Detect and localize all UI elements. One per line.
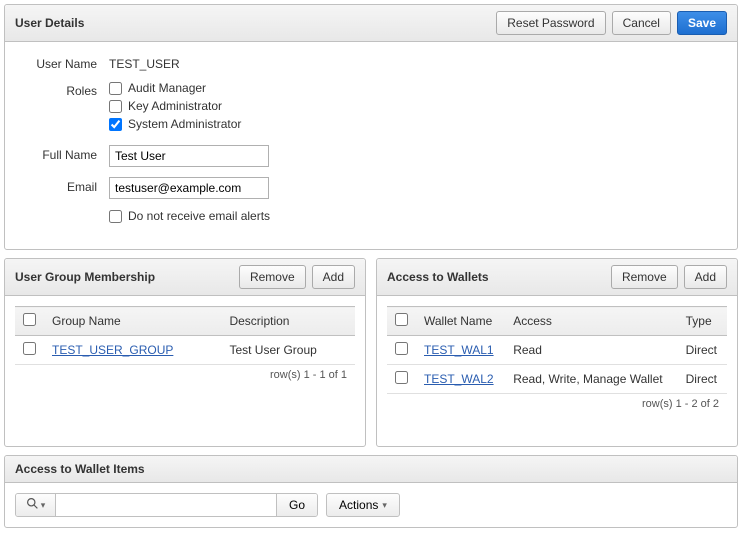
wallet-items-title: Access to Wallet Items [15,462,145,476]
group-remove-button[interactable]: Remove [239,265,306,289]
wallet-access-cell: Read [505,336,677,365]
group-col-name: Group Name [44,307,221,336]
role-key-administrator-checkbox[interactable] [109,100,122,113]
search-icon [26,497,39,513]
no-alerts-label: Do not receive email alerts [128,209,270,223]
wallet-row-checkbox[interactable] [395,342,408,355]
group-rowcount: row(s) 1 - 1 of 1 [15,365,355,381]
wallet-access-cell: Read, Write, Manage Wallet [505,365,677,394]
wallet-add-button[interactable]: Add [684,265,727,289]
wallet-type-cell: Direct [678,365,727,394]
wallets-title: Access to Wallets [387,270,489,284]
reset-password-button[interactable]: Reset Password [496,11,605,35]
user-details-title: User Details [15,16,84,30]
wallets-panel: Access to Wallets Remove Add Wallet Name… [376,258,738,447]
wallets-table: Wallet Name Access Type TEST_WAL1 Read D… [387,306,727,394]
role-audit-manager-checkbox[interactable] [109,82,122,95]
wallets-header: Access to Wallets Remove Add [377,259,737,296]
username-value: TEST_USER [109,54,723,71]
roles-field: Audit Manager Key Administrator System A… [109,81,723,135]
wallet-items-panel: Access to Wallet Items ▾ Go Actions ▾ [4,455,738,528]
group-membership-title: User Group Membership [15,270,155,284]
group-add-button[interactable]: Add [312,265,355,289]
table-row: TEST_WAL1 Read Direct [387,336,727,365]
role-system-administrator-checkbox[interactable] [109,118,122,131]
go-button[interactable]: Go [276,494,317,516]
group-desc-cell: Test User Group [221,336,355,365]
group-membership-panel: User Group Membership Remove Add Group N… [4,258,366,447]
group-row-checkbox[interactable] [23,342,36,355]
role-key-administrator-label: Key Administrator [128,99,222,113]
role-key-administrator[interactable]: Key Administrator [109,99,723,113]
group-col-desc: Description [221,307,355,336]
fullname-row: Full Name [19,145,723,167]
user-details-header: User Details Reset Password Cancel Save [5,5,737,42]
wallet-row-checkbox[interactable] [395,371,408,384]
wallet-rowcount: row(s) 1 - 2 of 2 [387,394,727,410]
email-row: Email [19,177,723,199]
roles-row: Roles Audit Manager Key Administrator Sy… [19,81,723,135]
roles-label: Roles [19,81,109,98]
wallet-type-cell: Direct [678,336,727,365]
wallets-table-wrap: Wallet Name Access Type TEST_WAL1 Read D… [377,296,737,446]
no-alerts-checkbox[interactable] [109,210,122,223]
role-audit-manager-label: Audit Manager [128,81,206,95]
no-alerts-row: Do not receive email alerts [19,209,723,227]
table-row: TEST_WAL2 Read, Write, Manage Wallet Dir… [387,365,727,394]
wallet-remove-button[interactable]: Remove [611,265,678,289]
table-row: TEST_USER_GROUP Test User Group [15,336,355,365]
email-input[interactable] [109,177,269,199]
save-button[interactable]: Save [677,11,727,35]
search-column-selector[interactable]: ▾ [16,494,56,516]
user-details-body: User Name TEST_USER Roles Audit Manager … [5,42,737,249]
search-input[interactable] [56,494,276,516]
wallet-select-all-checkbox[interactable] [395,313,408,326]
fullname-input[interactable] [109,145,269,167]
wallet-col-name: Wallet Name [416,307,505,336]
actions-label: Actions [339,498,378,512]
username-label: User Name [19,54,109,71]
group-select-all-checkbox[interactable] [23,313,36,326]
fullname-label: Full Name [19,145,109,162]
group-membership-header: User Group Membership Remove Add [5,259,365,296]
wallet-col-access: Access [505,307,677,336]
cancel-button[interactable]: Cancel [612,11,671,35]
search-group: ▾ Go [15,493,318,517]
email-label: Email [19,177,109,194]
wallet-name-link[interactable]: TEST_WAL2 [424,372,494,386]
wallet-col-type: Type [678,307,727,336]
group-name-link[interactable]: TEST_USER_GROUP [52,343,173,357]
role-system-administrator[interactable]: System Administrator [109,117,723,131]
group-table-wrap: Group Name Description TEST_USER_GROUP T… [5,296,365,446]
user-details-panel: User Details Reset Password Cancel Save … [4,4,738,250]
role-system-administrator-label: System Administrator [128,117,241,131]
user-details-actions: Reset Password Cancel Save [496,11,727,35]
wallet-name-link[interactable]: TEST_WAL1 [424,343,494,357]
two-column-row: User Group Membership Remove Add Group N… [4,258,738,455]
wallet-items-toolbar: ▾ Go Actions ▾ [5,483,737,527]
wallet-items-header: Access to Wallet Items [5,456,737,483]
group-table: Group Name Description TEST_USER_GROUP T… [15,306,355,365]
username-row: User Name TEST_USER [19,54,723,71]
no-alerts-option[interactable]: Do not receive email alerts [109,209,723,223]
role-audit-manager[interactable]: Audit Manager [109,81,723,95]
actions-menu-button[interactable]: Actions ▾ [326,493,400,517]
